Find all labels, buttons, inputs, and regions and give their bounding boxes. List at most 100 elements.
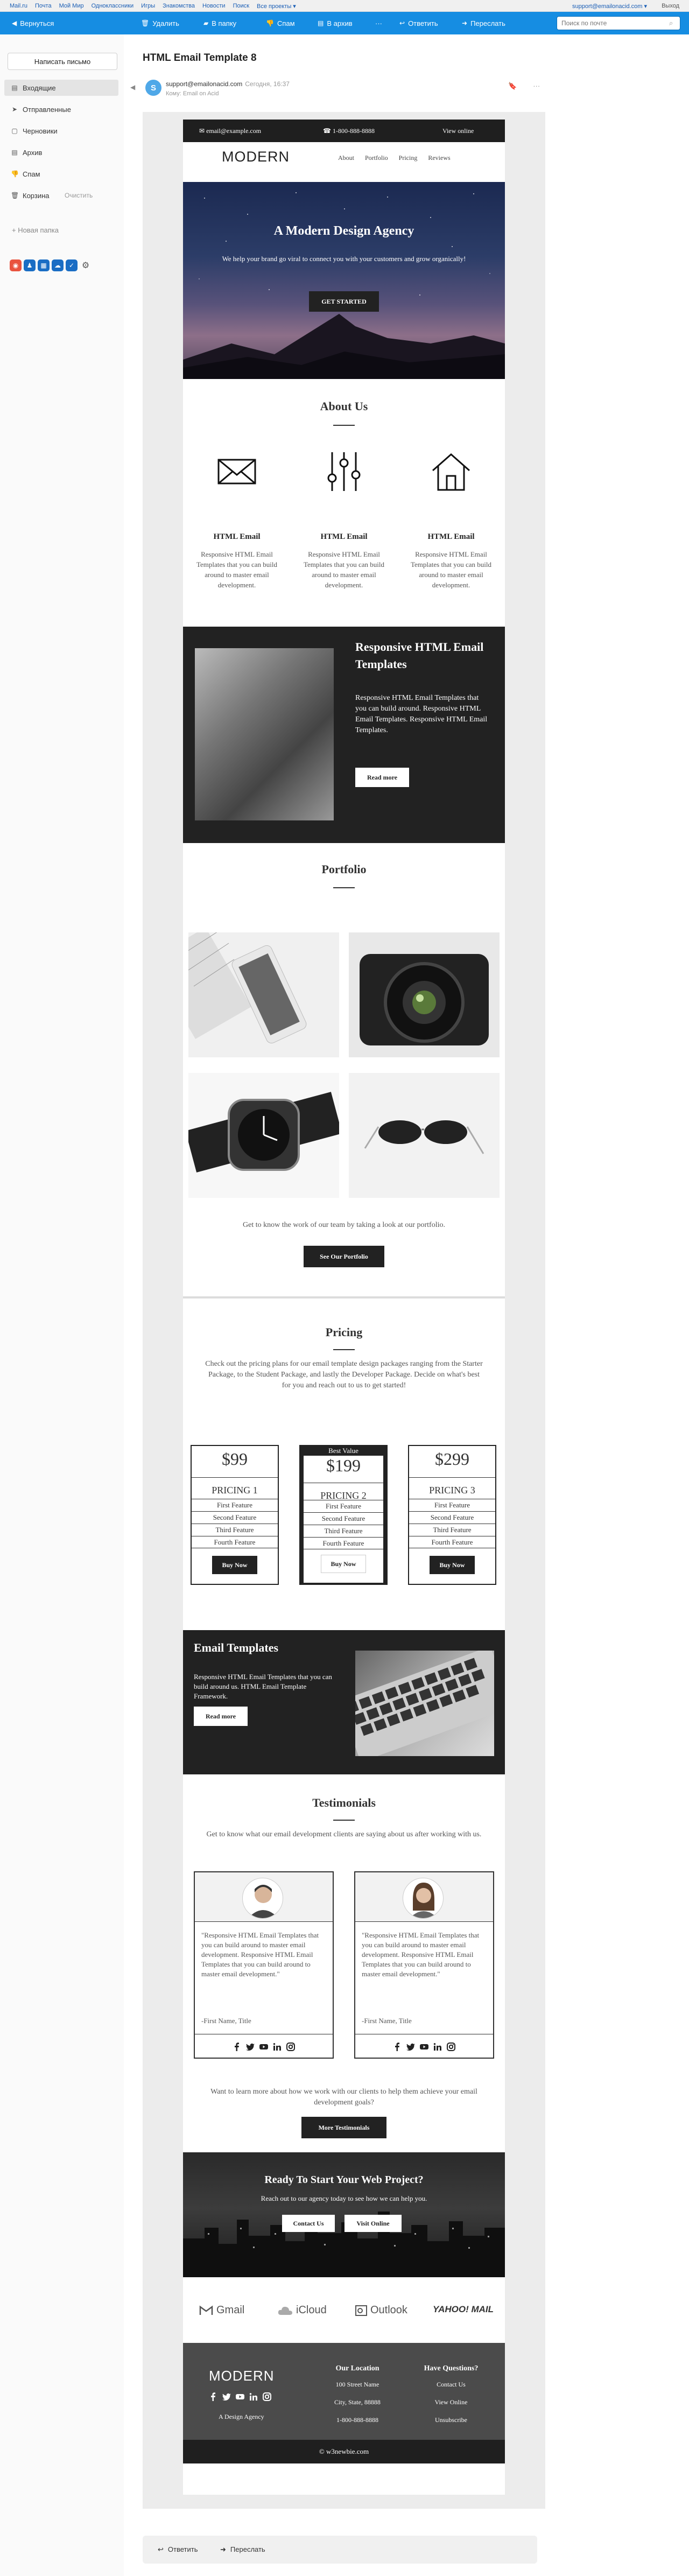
- move-to-folder-button[interactable]: ▰ В папку: [203, 12, 236, 34]
- bottom-forward-button[interactable]: ➜ Переслать: [220, 2545, 265, 2554]
- footer-street: 100 Street Name: [335, 2381, 379, 2388]
- instagram-icon[interactable]: [286, 2042, 295, 2051]
- plan-divider: [409, 1477, 495, 1478]
- buy-now-button[interactable]: Buy Now: [212, 1556, 257, 1574]
- clear-trash-link[interactable]: Очистить: [65, 192, 93, 199]
- plan-price: $199: [326, 1456, 361, 1475]
- plan-features: First Feature Second Feature Third Featu…: [409, 1499, 495, 1548]
- trash-icon: 🗑: [11, 192, 19, 199]
- sender-email[interactable]: support@emailonacid.com: [166, 80, 242, 88]
- youtube-icon[interactable]: [420, 2042, 428, 2051]
- about-section: About Us HTML Email Responsive HTML Emai…: [183, 379, 505, 627]
- footer-tagline: A Design Agency: [219, 2413, 264, 2420]
- portal-link-mail[interactable]: Почта: [35, 3, 52, 10]
- twitter-icon[interactable]: [406, 2042, 415, 2051]
- archive-button[interactable]: ▤ В архив: [318, 12, 353, 34]
- reply-button[interactable]: ↩ Ответить: [399, 12, 438, 34]
- linkedin-icon[interactable]: [273, 2042, 282, 2051]
- bookmark-icon[interactable]: 🔖: [508, 82, 517, 90]
- folder-drafts[interactable]: ▢ Черновики: [4, 123, 118, 139]
- nav-about[interactable]: About: [338, 154, 354, 162]
- folder-inbox[interactable]: ▤ Входящие: [4, 80, 118, 96]
- nav-pricing[interactable]: Pricing: [399, 154, 418, 162]
- portal-link-mailru[interactable]: Mail.ru: [10, 3, 27, 10]
- back-button[interactable]: ◀ Вернуться: [12, 12, 54, 34]
- portfolio-phone-photo[interactable]: [188, 932, 339, 1057]
- visit-online-button[interactable]: Visit Online: [344, 2215, 402, 2232]
- email-contact-phone[interactable]: ☎ 1-800-888-8888: [323, 127, 375, 135]
- tasks-app-icon[interactable]: ✓: [66, 259, 78, 271]
- collapse-arrow-icon[interactable]: ◀: [130, 83, 135, 91]
- home-icon: [432, 453, 470, 491]
- instagram-icon[interactable]: [447, 2042, 455, 2051]
- see-portfolio-button[interactable]: See Our Portfolio: [304, 1246, 384, 1267]
- trash-icon: 🗑: [141, 19, 150, 27]
- logout-link[interactable]: Выход: [662, 3, 679, 9]
- compose-button[interactable]: Написать письмо: [8, 53, 117, 70]
- more-testimonials-button[interactable]: More Testimonials: [301, 2117, 386, 2138]
- get-started-button[interactable]: GET STARTED: [309, 291, 379, 312]
- search-input[interactable]: [561, 19, 669, 27]
- read-more-button[interactable]: Read more: [355, 768, 409, 787]
- folder-trash[interactable]: 🗑 Корзина Очистить: [4, 187, 118, 203]
- buy-now-button[interactable]: Buy Now: [321, 1555, 366, 1573]
- footer-view-online-link[interactable]: View Online: [419, 2398, 483, 2406]
- youtube-icon[interactable]: [259, 2042, 268, 2051]
- search-icon[interactable]: ⌕: [669, 19, 673, 27]
- email-contact-email[interactable]: ✉ email@example.com: [199, 127, 261, 135]
- portfolio-glasses-photo[interactable]: [349, 1073, 500, 1198]
- plan-feature: Fourth Feature: [192, 1536, 278, 1548]
- twitter-icon[interactable]: [222, 2392, 231, 2401]
- watch-image: [188, 1092, 339, 1173]
- spam-button[interactable]: 👎 Спам: [266, 12, 295, 34]
- facebook-icon[interactable]: [209, 2392, 217, 2401]
- new-folder-button[interactable]: + Новая папка: [12, 226, 59, 234]
- cloud-app-icon[interactable]: ☁: [52, 259, 64, 271]
- woman-portrait: [410, 1883, 438, 1918]
- delete-button[interactable]: 🗑 Удалить: [141, 12, 179, 34]
- bottom-reply-button[interactable]: ↩ Ответить: [158, 2545, 198, 2554]
- pricing-section: Pricing Check out the pricing plans for …: [183, 1296, 505, 1630]
- facebook-icon[interactable]: [233, 2042, 241, 2051]
- contacts-app-icon[interactable]: ♟: [24, 259, 36, 271]
- portfolio-divider: [333, 887, 355, 888]
- settings-gear-icon[interactable]: ⚙: [80, 259, 92, 271]
- linkedin-icon[interactable]: [433, 2042, 442, 2051]
- portal-link-mymir[interactable]: Мой Мир: [59, 3, 84, 10]
- portal-link-search[interactable]: Поиск: [233, 3, 249, 10]
- portal-link-news[interactable]: Новости: [202, 3, 226, 10]
- read-more-button[interactable]: Read more: [194, 1707, 248, 1726]
- footer-location-column: Our Location 100 Street Name City, State…: [325, 2364, 390, 2434]
- footer-phone[interactable]: 1-800-888-8888: [325, 2416, 390, 2424]
- facebook-icon[interactable]: [393, 2042, 402, 2051]
- portal-link-dating[interactable]: Знакомства: [163, 3, 195, 10]
- email-templates-section: Email Templates Responsive HTML Email Te…: [183, 1630, 505, 1774]
- forward-button[interactable]: ➜ Переслать: [462, 12, 505, 34]
- calendar-app-icon[interactable]: ▦: [38, 259, 50, 271]
- youtube-icon[interactable]: [236, 2392, 244, 2401]
- portal-link-games[interactable]: Игры: [141, 3, 155, 10]
- user-menu[interactable]: support@emailonacid.com ▾: [572, 3, 647, 10]
- twitter-icon[interactable]: [246, 2042, 255, 2051]
- buy-now-button[interactable]: Buy Now: [430, 1556, 475, 1574]
- folder-archive[interactable]: ▤ Архив: [4, 144, 118, 160]
- contact-us-button[interactable]: Contact Us: [282, 2215, 335, 2232]
- more-actions-icon[interactable]: ···: [533, 82, 540, 90]
- portfolio-watch-photo[interactable]: [188, 1073, 339, 1198]
- portfolio-camera-photo[interactable]: [349, 932, 500, 1057]
- nav-reviews[interactable]: Reviews: [428, 154, 450, 162]
- pricing-title: Pricing: [183, 1325, 505, 1339]
- portal-link-ok[interactable]: Одноклассники: [92, 3, 134, 10]
- bottom-forward-label: Переслать: [230, 2545, 265, 2553]
- view-online-link[interactable]: View online: [442, 127, 474, 135]
- more-button[interactable]: ···: [375, 12, 382, 34]
- linkedin-icon[interactable]: [249, 2392, 258, 2401]
- folder-spam[interactable]: 👎 Спам: [4, 166, 118, 182]
- nav-portfolio[interactable]: Portfolio: [365, 154, 388, 162]
- folder-sent[interactable]: ➤ Отправленные: [4, 101, 118, 117]
- agent-app-icon[interactable]: ◉: [10, 259, 22, 271]
- instagram-icon[interactable]: [263, 2392, 271, 2401]
- footer-contact-link[interactable]: Contact Us: [419, 2381, 483, 2389]
- portal-link-all-projects[interactable]: Все проекты ▾: [257, 3, 296, 10]
- footer-unsubscribe-link[interactable]: Unsubscribe: [419, 2416, 483, 2424]
